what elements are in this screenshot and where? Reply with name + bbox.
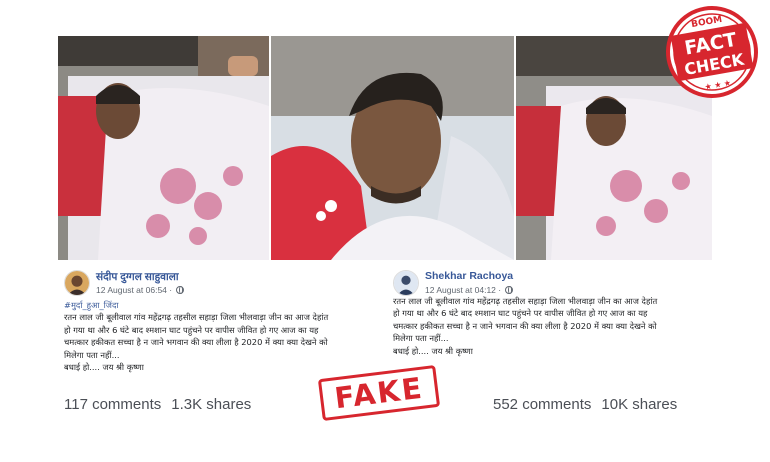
timestamp-text[interactable]: 12 August at 06:54: [96, 285, 167, 295]
post-line: बधाई हो.... जय श्री कृष्णा: [393, 345, 473, 356]
post-line: हो गया था और 6 घंटे बाद श्मशान घाट पहुंच…: [393, 308, 648, 319]
post-line: चमत्कार हकीकत सच्चा है न जाने भगवान की क…: [393, 320, 657, 331]
comments-count[interactable]: 117 comments: [64, 396, 161, 413]
video-frame-2: [271, 36, 514, 260]
post-line: चमत्कार हकीकत सच्चा है न जाने भगवान की क…: [64, 337, 328, 348]
globe-icon: [176, 286, 185, 294]
avatar[interactable]: [393, 270, 419, 296]
hashtag-link[interactable]: #मुर्दा_हुआ_जिंदा: [64, 299, 377, 311]
post-line: हो गया था और 6 घंटे बाद श्मशान घाट पहुंच…: [64, 324, 319, 335]
post-body: रतन लाल जी बूलीवाल गांव महेंद्रगढ़ तहसील…: [393, 295, 706, 357]
post-author[interactable]: संदीप दुग्गल साहुवाला: [96, 270, 179, 284]
post-author[interactable]: Shekhar Rachoya: [425, 270, 513, 282]
post-line: मिलेगा पता नहीं...: [64, 349, 120, 360]
post-line: रतन लाल जी बूलीवाल गांव महेंद्रगढ़ तहसील…: [64, 312, 329, 323]
post-timestamp[interactable]: 12 August at 06:54 ·: [96, 285, 185, 295]
post-line: रतन लाल जी बूलीवाल गांव महेंद्रगढ़ तहसील…: [393, 296, 658, 306]
shares-count[interactable]: 1.3K shares: [171, 396, 251, 413]
shares-count[interactable]: 10K shares: [601, 396, 677, 413]
comments-count[interactable]: 552 comments: [493, 396, 591, 413]
post-line: बधाई हो.... जय श्री कृष्णा: [64, 362, 144, 373]
avatar[interactable]: [64, 270, 90, 296]
post-timestamp[interactable]: 12 August at 04:12 ·: [425, 285, 514, 295]
fact-check-badge: BOOM FACT CHECK ★ ★ ★: [662, 2, 762, 102]
globe-icon: [505, 286, 514, 294]
video-frame-1: [58, 36, 269, 260]
post-line: मिलेगा पता नहीं...: [393, 333, 449, 344]
timestamp-text[interactable]: 12 August at 04:12: [425, 285, 496, 295]
post-stats: 552 comments 10K shares: [493, 396, 677, 413]
post-body: #मुर्दा_हुआ_जिंदा रतन लाल जी बूलीवाल गां…: [64, 299, 377, 373]
post-stats: 117 comments 1.3K shares: [64, 396, 251, 413]
